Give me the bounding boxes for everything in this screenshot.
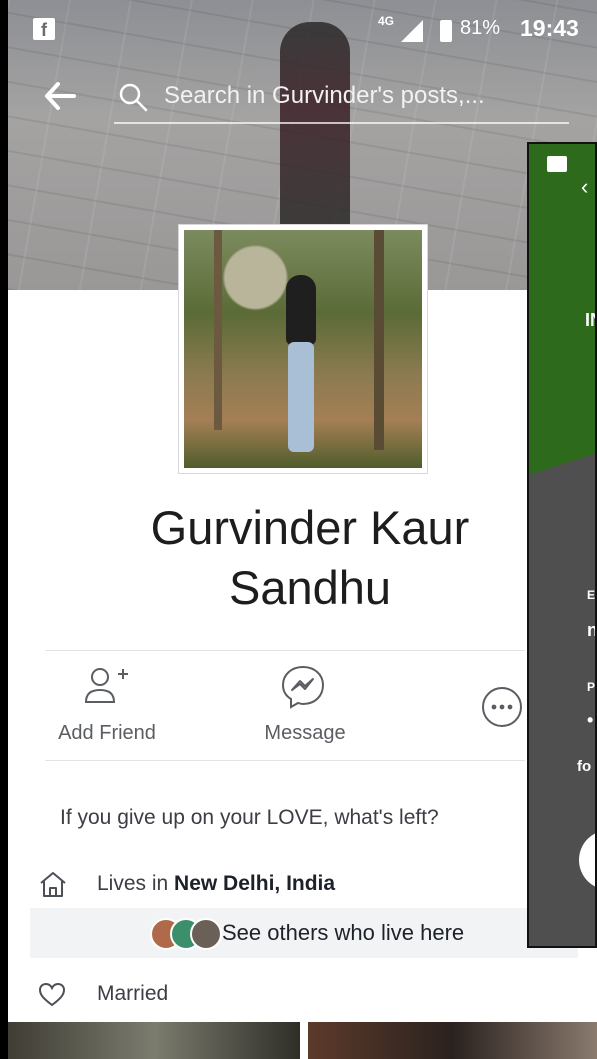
overlay-field-value[interactable]: n: [587, 620, 595, 641]
photo-thumbnail[interactable]: [8, 1022, 300, 1059]
network-indicator: 4G: [378, 14, 395, 28]
avatar: [190, 918, 222, 950]
overlay-field-label: E: [587, 588, 596, 602]
see-others-label: See others who live here: [222, 920, 465, 945]
home-icon: [40, 872, 66, 897]
profile-bio: If you give up on your LOVE, what's left…: [60, 806, 439, 829]
photo-thumbnail[interactable]: [308, 1022, 597, 1059]
overlay-round-button[interactable]: [579, 830, 595, 890]
image-icon: [547, 156, 567, 172]
chevron-left-icon[interactable]: ‹: [581, 174, 588, 200]
overlay-field-label: P: [587, 680, 596, 694]
battery-icon: [440, 20, 452, 42]
relationship-status: Married: [97, 982, 169, 1005]
add-friend-label: Add Friend: [58, 722, 156, 744]
photo-tree: [214, 230, 222, 430]
overlay-field-value[interactable]: •: [587, 710, 593, 731]
lives-in-text: Lives in New Delhi, India: [97, 872, 335, 896]
signal-icon: [401, 20, 423, 42]
facebook-icon: f: [33, 18, 55, 40]
heart-icon: [38, 982, 66, 1007]
divider: [45, 650, 525, 651]
message-label: Message: [264, 722, 346, 744]
photo-person-top: [286, 275, 316, 345]
profile-name-line2: Sandhu: [228, 561, 392, 614]
profile-photo-image: [184, 230, 422, 468]
friend-avatars: [150, 918, 222, 950]
status-bar: f 4G 81% 19:43: [8, 0, 597, 56]
search-input[interactable]: [162, 80, 566, 112]
search-bar[interactable]: [114, 70, 569, 124]
back-arrow-icon[interactable]: [44, 82, 76, 110]
overlay-link[interactable]: fo: [577, 758, 591, 775]
photo-tree: [374, 230, 384, 450]
more-button[interactable]: [480, 685, 524, 729]
lives-in-place[interactable]: New Delhi, India: [174, 872, 335, 895]
profile-name: Gurvinder Kaur Sandhu: [60, 498, 560, 618]
photo-person-legs: [288, 342, 314, 452]
photo-strip: [8, 1022, 597, 1059]
add-friend-icon: [84, 668, 128, 703]
profile-picture[interactable]: [178, 224, 428, 474]
overlay-app-window[interactable]: ‹ IN E n P • fo: [527, 142, 597, 948]
search-icon: [118, 82, 148, 112]
message-button[interactable]: Message: [240, 664, 370, 744]
overlay-heading: IN: [585, 310, 595, 330]
clock: 19:43: [520, 15, 579, 41]
divider: [45, 760, 525, 761]
messenger-icon: [281, 665, 325, 709]
profile-name-line1: Gurvinder Kaur: [150, 501, 470, 554]
lives-in-prefix: Lives in: [97, 872, 175, 895]
more-icon: [482, 687, 522, 727]
add-friend-button[interactable]: Add Friend: [42, 664, 172, 744]
see-others-button[interactable]: See others who live here: [30, 908, 578, 958]
battery-percent: 81%: [460, 17, 501, 39]
